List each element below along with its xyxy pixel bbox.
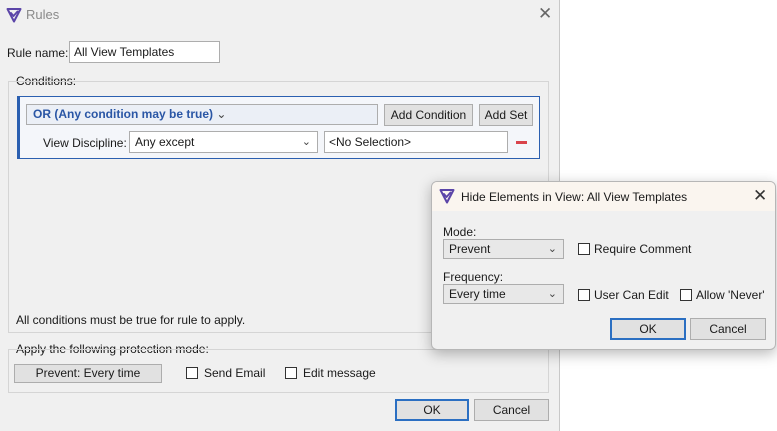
chevron-down-icon: ⌄: [547, 288, 557, 300]
protection-mode-button[interactable]: Prevent: Every time: [14, 364, 162, 383]
edit-message-checkbox[interactable]: [285, 367, 297, 379]
hide-elements-dialog: Hide Elements in View: All View Template…: [431, 181, 776, 350]
rule-name-input[interactable]: All View Templates: [69, 41, 220, 63]
chevron-down-icon: ⌄: [216, 107, 227, 121]
edit-message-label: Edit message: [303, 366, 376, 380]
window-title: Rules: [26, 7, 60, 22]
require-comment-label: Require Comment: [594, 242, 692, 256]
user-can-edit-checkbox[interactable]: [578, 289, 590, 301]
dialog-cancel-button[interactable]: Cancel: [690, 318, 766, 340]
operator-combo[interactable]: Any except ⌄: [129, 131, 318, 153]
close-icon[interactable]: ✕: [538, 5, 552, 22]
require-comment-checkbox[interactable]: [578, 243, 590, 255]
mode-combo[interactable]: Prevent ⌄: [443, 239, 564, 259]
condition-value-input[interactable]: <No Selection>: [324, 131, 508, 153]
logic-combo-text: OR (Any condition may be true): [33, 107, 214, 121]
remove-condition-icon[interactable]: [516, 141, 527, 144]
frequency-combo-text: Every time: [449, 287, 506, 301]
close-icon[interactable]: ✕: [753, 187, 767, 204]
view-discipline-label: View Discipline:: [43, 136, 127, 150]
chevron-down-icon: ⌄: [301, 136, 311, 148]
dialog-title: Hide Elements in View: All View Template…: [461, 190, 688, 204]
conditions-footer-note: All conditions must be true for rule to …: [16, 313, 246, 327]
frequency-combo[interactable]: Every time ⌄: [443, 284, 564, 304]
app-logo-icon: [439, 188, 455, 204]
mode-label: Mode:: [443, 225, 477, 239]
allow-never-checkbox[interactable]: [680, 289, 692, 301]
allow-never-label: Allow 'Never': [696, 288, 765, 302]
add-condition-button[interactable]: Add Condition: [384, 104, 473, 126]
user-can-edit-label: User Can Edit: [594, 288, 669, 302]
frequency-label: Frequency:: [443, 270, 504, 284]
ok-button[interactable]: OK: [395, 399, 469, 421]
dialog-ok-button[interactable]: OK: [610, 318, 686, 340]
cancel-button[interactable]: Cancel: [474, 399, 549, 421]
operator-combo-text: Any except: [135, 135, 195, 149]
add-set-button[interactable]: Add Set: [479, 104, 533, 126]
chevron-down-icon: ⌄: [547, 243, 557, 255]
logic-combo[interactable]: OR (Any condition may be true) ⌄: [26, 104, 378, 125]
app-logo-icon: [6, 7, 22, 23]
send-email-checkbox[interactable]: [186, 367, 198, 379]
send-email-label: Send Email: [204, 366, 266, 380]
mode-combo-text: Prevent: [449, 242, 491, 256]
rule-name-label: Rule name:: [7, 46, 69, 60]
